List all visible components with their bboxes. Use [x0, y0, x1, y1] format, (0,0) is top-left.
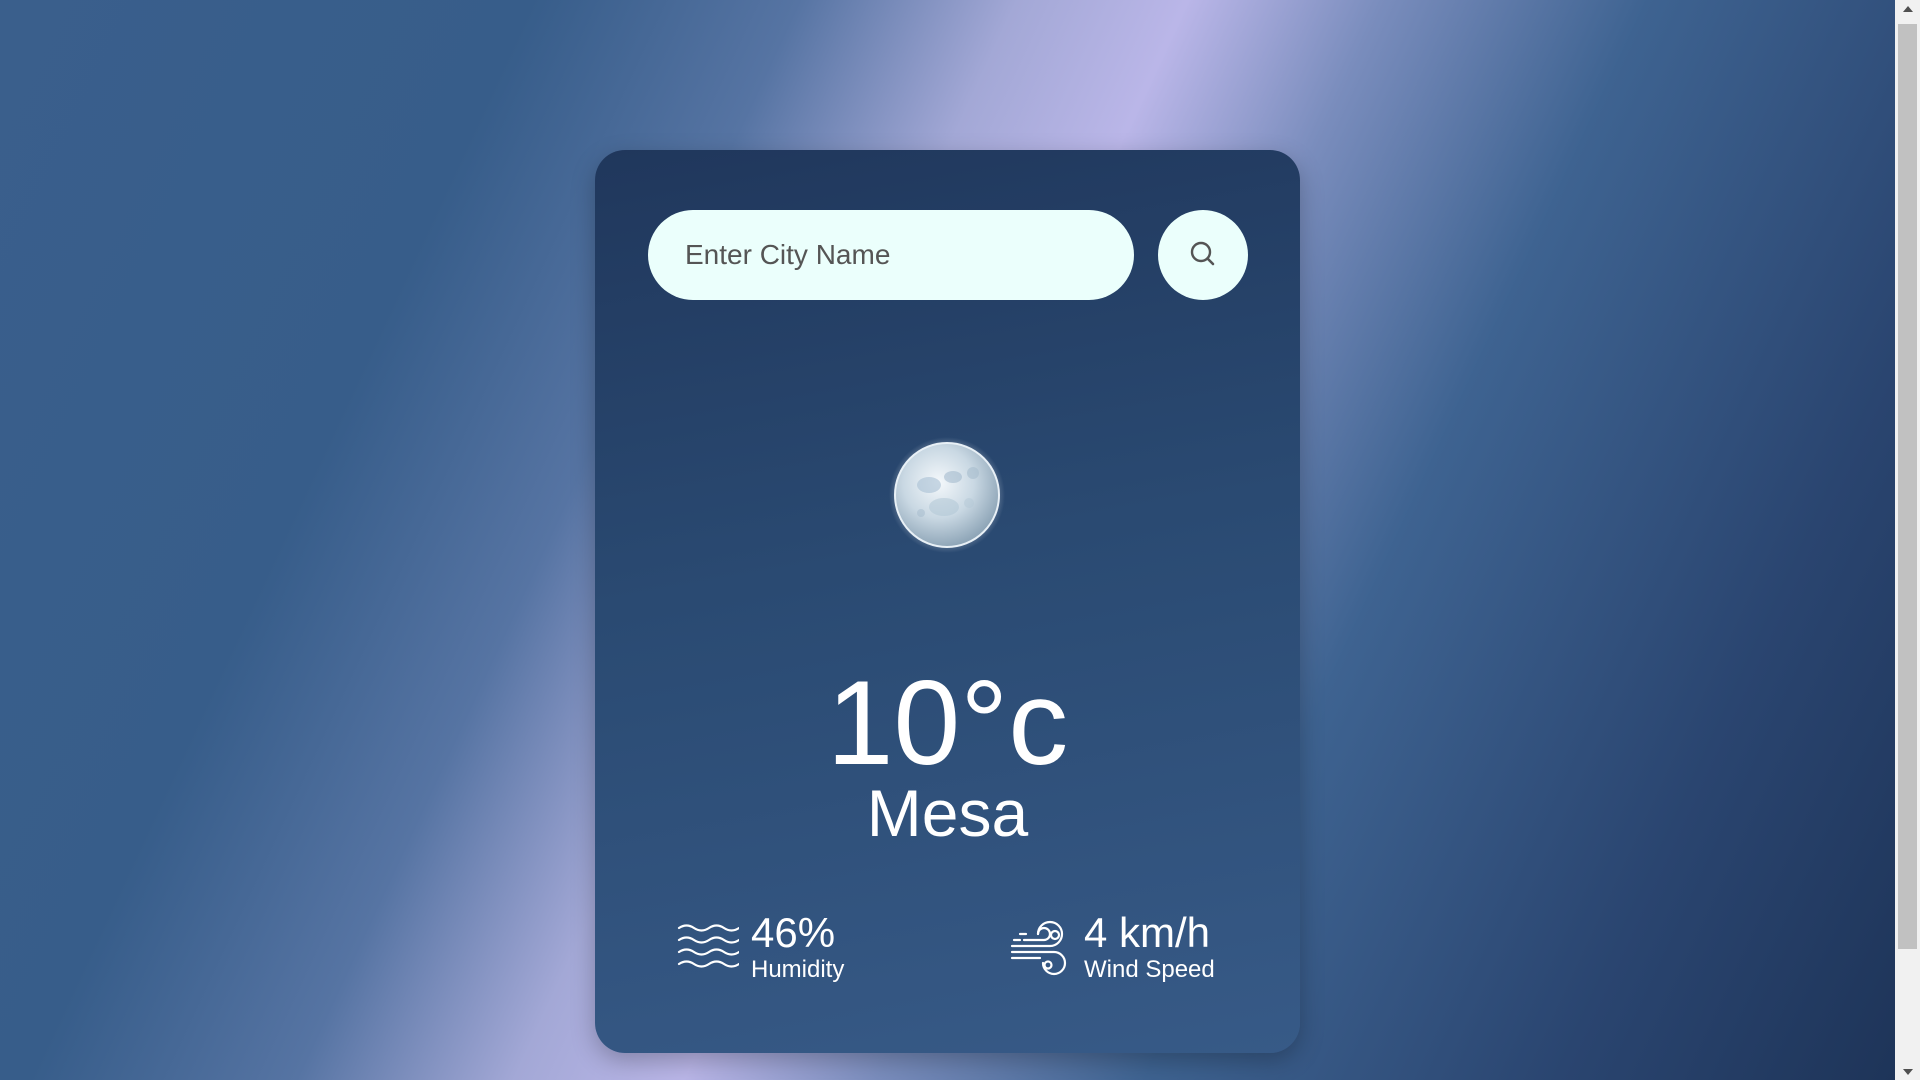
- weather-card: 10°c Mesa 46% Humidity: [595, 150, 1300, 1053]
- city-name: Mesa: [866, 776, 1029, 850]
- wind-value: 4 km/h: [1084, 909, 1211, 956]
- wind-icon: [1010, 920, 1067, 976]
- vertical-scrollbar[interactable]: [1895, 0, 1920, 1080]
- moon-icon: [889, 437, 1005, 553]
- page-background: 10°c Mesa 46% Humidity: [0, 0, 1895, 1080]
- wind-label: Wind Speed: [1084, 956, 1215, 983]
- search-icon: [1190, 241, 1215, 266]
- humidity-detail: 46% Humidity: [677, 910, 844, 984]
- search-button[interactable]: [1158, 210, 1248, 300]
- search-bar: [648, 210, 1248, 300]
- city-search-input[interactable]: [648, 210, 1134, 300]
- wind-text: 4 km/h Wind Speed: [1084, 910, 1215, 984]
- humidity-value: 46%: [751, 909, 836, 956]
- scroll-up-arrow[interactable]: [1895, 0, 1920, 17]
- temperature-value: 10°c: [826, 656, 1069, 790]
- humidity-label: Humidity: [751, 956, 845, 983]
- weather-details: 46% Humidity 4 km/h Wind Speed: [595, 910, 1300, 990]
- scroll-down-arrow[interactable]: [1895, 1063, 1920, 1080]
- humidity-waves-icon: [677, 924, 739, 968]
- wind-detail: 4 km/h Wind Speed: [1010, 910, 1215, 984]
- humidity-text: 46% Humidity: [751, 910, 844, 984]
- scrollbar-thumb[interactable]: [1898, 24, 1917, 949]
